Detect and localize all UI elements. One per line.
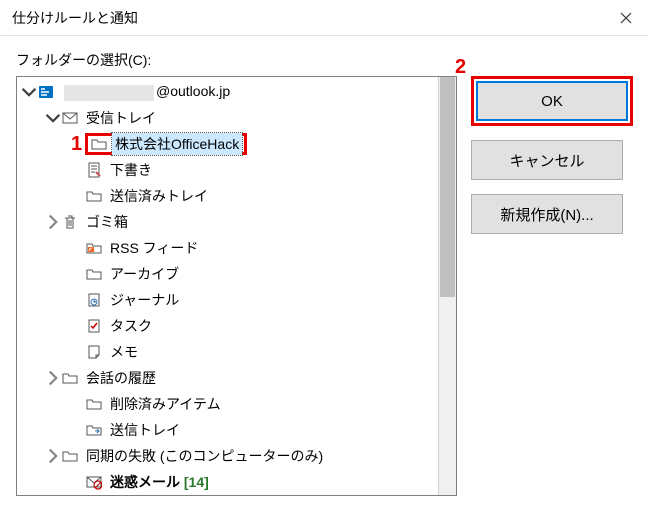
tasks-label: タスク bbox=[107, 315, 155, 337]
chevron-down-icon[interactable] bbox=[45, 110, 61, 126]
drafts-label: 下書き bbox=[107, 159, 155, 181]
deleted-label: 削除済みアイテム bbox=[107, 393, 224, 415]
outbox-label: 送信トレイ bbox=[107, 419, 183, 441]
selected-folder-label: 株式会社OfficeHack bbox=[112, 133, 242, 155]
archive-label: アーカイブ bbox=[107, 263, 182, 285]
tree-deleted[interactable]: 削除済みアイテム bbox=[17, 391, 456, 417]
redacted-text bbox=[64, 85, 154, 101]
tree-syncfail[interactable]: 同期の失敗 (このコンピューターのみ) bbox=[17, 443, 456, 469]
notes-label: メモ bbox=[107, 341, 141, 363]
annotation-2: 2 bbox=[455, 56, 466, 79]
journal-label: ジャーナル bbox=[107, 289, 182, 311]
new-button[interactable]: 新規作成(N)... bbox=[471, 194, 623, 234]
chevron-down-icon[interactable] bbox=[21, 84, 37, 100]
ok-button[interactable]: OK bbox=[476, 81, 628, 121]
tree-account-root[interactable]: @outlook.jp bbox=[17, 79, 456, 105]
window-title: 仕分けルールと通知 bbox=[12, 8, 138, 28]
note-icon bbox=[85, 343, 103, 361]
rss-icon bbox=[85, 239, 103, 257]
scrollbar[interactable] bbox=[438, 77, 456, 495]
chevron-right-icon[interactable] bbox=[45, 370, 61, 386]
folder-icon bbox=[85, 187, 103, 205]
tree-archive[interactable]: アーカイブ bbox=[17, 261, 456, 287]
tree-notes[interactable]: メモ bbox=[17, 339, 456, 365]
syncfail-label: 同期の失敗 (このコンピューターのみ) bbox=[83, 445, 326, 467]
cancel-button[interactable]: キャンセル bbox=[471, 140, 623, 180]
chevron-right-icon[interactable] bbox=[45, 214, 61, 230]
folder-icon bbox=[85, 265, 103, 283]
junk-label: 迷惑メール [14] bbox=[107, 471, 212, 493]
junk-icon bbox=[85, 473, 103, 491]
draft-icon bbox=[85, 161, 103, 179]
outbox-icon bbox=[85, 421, 103, 439]
chevron-right-icon[interactable] bbox=[45, 448, 61, 464]
tree-sent[interactable]: 送信済みトレイ bbox=[17, 183, 456, 209]
rss-label: RSS フィード bbox=[107, 237, 201, 259]
trash-icon bbox=[61, 213, 79, 231]
tree-journal[interactable]: ジャーナル bbox=[17, 287, 456, 313]
tree-trash[interactable]: ゴミ箱 bbox=[17, 209, 456, 235]
tree-inbox[interactable]: 受信トレイ bbox=[17, 105, 456, 131]
tree-junk[interactable]: 迷惑メール [14] bbox=[17, 469, 456, 495]
folder-icon bbox=[85, 395, 103, 413]
conversation-label: 会話の履歴 bbox=[83, 367, 159, 389]
scrollbar-thumb[interactable] bbox=[440, 77, 455, 297]
trash-label: ゴミ箱 bbox=[83, 211, 131, 233]
folder-icon bbox=[90, 135, 108, 153]
folder-tree[interactable]: @outlook.jp 受信トレイ 1 bbox=[16, 76, 457, 496]
tree-rss[interactable]: RSS フィード bbox=[17, 235, 456, 261]
tree-conversation[interactable]: 会話の履歴 bbox=[17, 365, 456, 391]
tree-drafts[interactable]: 下書き bbox=[17, 157, 456, 183]
annotation-1: 1 bbox=[71, 133, 82, 156]
inbox-label: 受信トレイ bbox=[83, 107, 159, 129]
task-icon bbox=[85, 317, 103, 335]
envelope-icon bbox=[61, 109, 79, 127]
tree-selected-folder[interactable]: 1 株式会社OfficeHack bbox=[17, 131, 456, 157]
journal-icon bbox=[85, 291, 103, 309]
account-label: @outlook.jp bbox=[59, 82, 233, 101]
folder-icon bbox=[61, 369, 79, 387]
tree-outbox[interactable]: 送信トレイ bbox=[17, 417, 456, 443]
sent-label: 送信済みトレイ bbox=[107, 185, 211, 207]
close-icon bbox=[620, 12, 632, 24]
exchange-icon bbox=[37, 83, 55, 101]
tree-tasks[interactable]: タスク bbox=[17, 313, 456, 339]
folder-select-label: フォルダーの選択(C): bbox=[16, 50, 633, 70]
close-button[interactable] bbox=[603, 0, 649, 36]
folder-icon bbox=[61, 447, 79, 465]
